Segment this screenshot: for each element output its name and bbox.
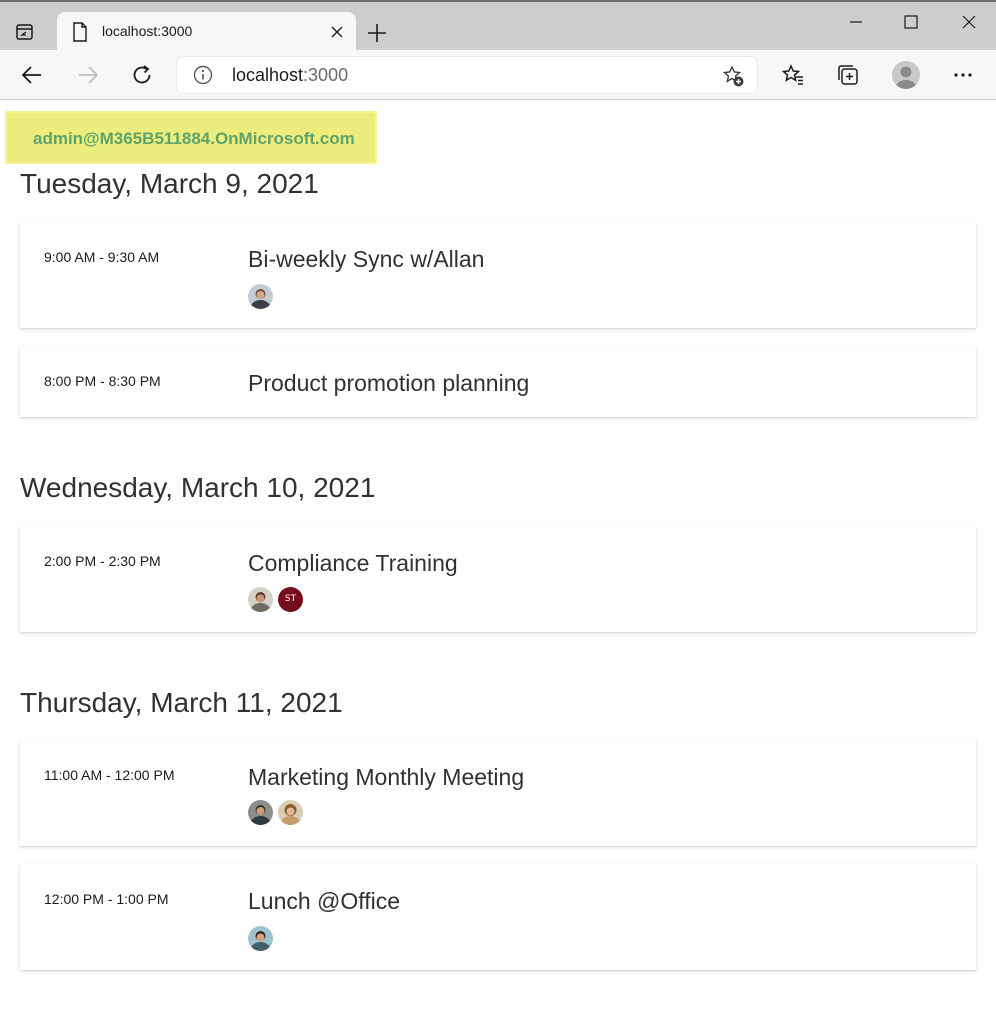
profile-icon[interactable] xyxy=(892,61,920,89)
close-icon[interactable] xyxy=(330,25,344,39)
minimize-icon[interactable] xyxy=(848,14,864,30)
day-heading: Tuesday, March 9, 2021 xyxy=(20,168,319,199)
collections-icon[interactable] xyxy=(836,63,860,87)
user-email-badge: admin@M365B511884.OnMicrosoft.com xyxy=(5,111,377,164)
address-bar[interactable]: localhost:3000 xyxy=(177,57,757,93)
more-icon[interactable] xyxy=(951,63,975,87)
event-subject: Product promotion planning xyxy=(248,370,530,396)
forward-arrow-icon[interactable] xyxy=(76,63,100,87)
browser-tab[interactable]: localhost:3000 xyxy=(57,12,356,52)
user-email: admin@M365B511884.OnMicrosoft.com xyxy=(33,129,355,148)
event-time: 12:00 PM - 1:00 PM xyxy=(44,891,169,907)
back-arrow-icon[interactable] xyxy=(20,63,44,87)
event-card[interactable]: 12:00 PM - 1:00 PM Lunch @Office xyxy=(20,864,976,970)
favorites-icon[interactable] xyxy=(781,63,805,87)
url-text: localhost:3000 xyxy=(232,65,348,86)
event-time: 8:00 PM - 8:30 PM xyxy=(44,373,161,389)
add-favorite-icon[interactable] xyxy=(721,64,745,88)
avatar[interactable] xyxy=(248,926,273,951)
event-time: 11:00 AM - 12:00 PM xyxy=(44,767,175,783)
event-card[interactable]: 11:00 AM - 12:00 PM Marketing Monthly Me… xyxy=(20,740,976,846)
event-subject: Compliance Training xyxy=(248,550,458,576)
browser-toolbar: localhost:3000 xyxy=(0,50,996,100)
event-card[interactable]: 2:00 PM - 2:30 PM Compliance Training ST xyxy=(20,526,976,632)
avatar[interactable] xyxy=(248,800,273,825)
avatar[interactable] xyxy=(278,800,303,825)
event-subject: Bi-weekly Sync w/Allan xyxy=(248,246,485,272)
day-heading: Thursday, March 11, 2021 xyxy=(20,687,343,718)
avatar[interactable] xyxy=(248,587,273,612)
day-heading: Wednesday, March 10, 2021 xyxy=(20,472,376,503)
url-host: localhost xyxy=(232,65,304,85)
event-card[interactable]: 8:00 PM - 8:30 PM Product promotion plan… xyxy=(20,346,976,417)
info-icon[interactable] xyxy=(193,65,213,85)
tab-strip: localhost:3000 xyxy=(0,0,996,52)
event-card[interactable]: 9:00 AM - 9:30 AM Bi-weekly Sync w/Allan xyxy=(20,222,976,328)
event-time: 9:00 AM - 9:30 AM xyxy=(44,249,160,265)
url-port: :3000 xyxy=(303,65,349,85)
tab-actions-icon[interactable] xyxy=(14,21,36,43)
window-close-icon[interactable] xyxy=(961,14,977,30)
maximize-icon[interactable] xyxy=(903,14,919,30)
refresh-icon[interactable] xyxy=(130,63,154,87)
page-icon xyxy=(71,22,89,42)
event-subject: Marketing Monthly Meeting xyxy=(248,764,525,790)
avatar[interactable] xyxy=(248,284,273,309)
tab-title: localhost:3000 xyxy=(102,23,193,39)
event-time: 2:00 PM - 2:30 PM xyxy=(44,553,161,569)
plus-icon[interactable] xyxy=(366,22,388,44)
event-subject: Lunch @Office xyxy=(248,888,401,914)
avatar-initials[interactable]: ST xyxy=(278,587,303,612)
